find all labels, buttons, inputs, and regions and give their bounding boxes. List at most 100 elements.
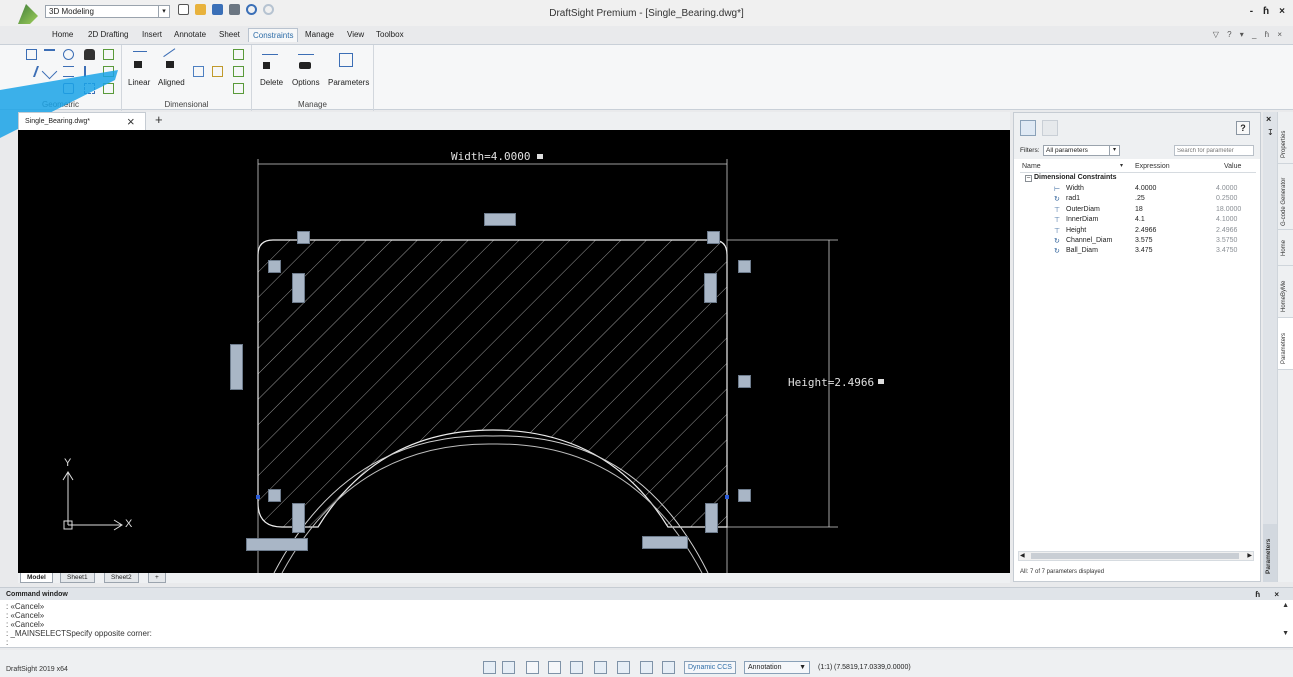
tab-view[interactable]: View [347, 30, 364, 39]
grip-left[interactable] [256, 495, 260, 499]
layout-tab-sheet2[interactable]: Sheet2 [104, 573, 139, 583]
annotation-scale[interactable]: (1:1) [818, 664, 832, 671]
parameter-expression[interactable]: 3.575 [1135, 237, 1153, 244]
parameter-expression[interactable]: 4.1 [1135, 216, 1145, 223]
constraint-badge[interactable] [738, 489, 751, 502]
tab-2d-drafting[interactable]: 2D Drafting [88, 30, 128, 39]
constraint-badge[interactable] [705, 503, 718, 533]
constraint-badge[interactable] [230, 344, 243, 390]
parameter-row-width[interactable]: ⊢ Width 4.0000 4.0000 [1020, 184, 1256, 194]
lineweight-icon[interactable] [617, 661, 630, 674]
column-name[interactable]: Name [1022, 163, 1041, 170]
parameter-row-rad1[interactable]: ↻ rad1 .25 0.2500 [1020, 194, 1256, 204]
layout-tab-sheet1[interactable]: Sheet1 [60, 573, 95, 583]
scroll-left-icon[interactable]: ◀ [1020, 552, 1025, 559]
tab-sheet[interactable]: Sheet [219, 30, 240, 39]
etrack-icon[interactable] [594, 661, 607, 674]
close-button[interactable]: × [1279, 6, 1285, 17]
height-dimension-label[interactable]: Height=2.4966 [788, 376, 874, 389]
constraint-badge[interactable] [707, 231, 720, 244]
minimize-button[interactable]: - [1250, 6, 1253, 17]
constraint-badge[interactable] [292, 503, 305, 533]
parameter-row-height[interactable]: ⊤ Height 2.4966 2.4966 [1020, 226, 1256, 236]
collapse-icon[interactable]: – [1025, 175, 1032, 182]
concentric-constraint-icon[interactable] [63, 49, 74, 60]
parameter-expression[interactable]: 18 [1135, 206, 1143, 213]
palette-pin-icon[interactable]: ↧ [1267, 128, 1274, 137]
parameter-expression[interactable]: 2.4966 [1135, 227, 1156, 234]
parameter-expression[interactable]: 3.475 [1135, 247, 1153, 254]
diameter-dimension-icon[interactable] [212, 66, 223, 77]
command-prompt[interactable]: : [6, 638, 8, 647]
command-scrollbar[interactable]: ▲ ▼ [1282, 602, 1289, 637]
annotation-dropdown[interactable]: Annotation ▼ [744, 661, 810, 674]
model-sheet-icon[interactable] [662, 661, 675, 674]
snap-icon[interactable] [483, 661, 496, 674]
parameters-button[interactable]: Parameters [328, 78, 369, 87]
parameter-row-ball-diam[interactable]: ↻ Ball_Diam 3.475 3.4750 [1020, 246, 1256, 256]
grid-icon[interactable] [526, 661, 539, 674]
ribbon-right-controls[interactable]: ▽ ? ▾ _ ɦ × [1213, 30, 1285, 39]
horizontal-scrollbar[interactable]: ◀ ▶ [1018, 551, 1254, 561]
side-tab-gcode[interactable]: G-code Generator [1278, 164, 1293, 230]
new-tab-icon[interactable]: + [155, 112, 163, 127]
parameters-vertical-tab[interactable]: Parameters [1263, 524, 1277, 582]
constraint-badge[interactable] [268, 489, 281, 502]
close-tab-icon[interactable]: × [127, 114, 135, 129]
side-tab-homebyme[interactable]: HomeByMe [1278, 266, 1293, 318]
scroll-right-icon[interactable]: ▶ [1247, 552, 1252, 559]
polar-icon[interactable] [570, 661, 583, 674]
tab-home[interactable]: Home [52, 30, 73, 39]
constraint-badge[interactable] [642, 536, 688, 549]
chevron-down-icon[interactable]: ▾ [1109, 146, 1119, 155]
constraint-badge[interactable] [297, 231, 310, 244]
parameter-row-channel-diam[interactable]: ↻ Channel_Diam 3.575 3.5750 [1020, 236, 1256, 246]
tab-constraints[interactable]: Constraints [248, 28, 299, 42]
new-parameter-icon[interactable] [1020, 120, 1036, 136]
delete-parameter-icon[interactable] [1042, 120, 1058, 136]
filters-dropdown[interactable]: All parameters ▾ [1043, 145, 1120, 156]
parameter-search-input[interactable] [1174, 145, 1254, 156]
constraint-badge[interactable] [292, 273, 305, 303]
side-tab-home[interactable]: Home [1278, 230, 1293, 266]
layout-tab-add[interactable]: + [148, 573, 166, 583]
show-dimensional-icon[interactable] [233, 49, 244, 60]
restore-button[interactable]: ɦ [1263, 6, 1269, 17]
command-window-controls[interactable]: ɦ × [1255, 590, 1285, 599]
delete-button[interactable]: Delete [260, 78, 283, 87]
palette-close-icon[interactable]: × [1266, 114, 1271, 124]
convert-dimensional-icon[interactable] [233, 83, 244, 94]
show-constraints-icon[interactable] [103, 49, 114, 60]
width-dimension-label[interactable]: Width=4.0000 [451, 150, 530, 163]
constraint-badge[interactable] [268, 260, 281, 273]
constraint-badge[interactable] [738, 375, 751, 388]
tab-toolbox[interactable]: Toolbox [376, 30, 404, 39]
drawing-canvas[interactable]: Width=4.0000 Height=2.4966 Y X [18, 130, 1010, 573]
layout-tab-model[interactable]: Model [20, 573, 53, 583]
lock-constraint-icon[interactable] [84, 49, 95, 60]
help-button[interactable]: ? [1236, 121, 1250, 135]
dynamic-ccs-toggle[interactable]: Dynamic CCS [684, 661, 736, 674]
chevron-down-icon[interactable]: ▼ [799, 662, 806, 673]
constraint-badge[interactable] [738, 260, 751, 273]
column-value[interactable]: Value [1224, 163, 1241, 170]
ortho-icon[interactable] [548, 661, 561, 674]
linear-button[interactable]: Linear [128, 78, 150, 87]
parameter-group-row[interactable]: – Dimensional Constraints [1020, 174, 1256, 184]
hide-dimensional-icon[interactable] [233, 66, 244, 77]
constraint-badge[interactable] [704, 273, 717, 303]
column-expression[interactable]: Expression [1135, 163, 1170, 170]
tab-insert[interactable]: Insert [142, 30, 162, 39]
sort-chevron-icon[interactable]: ▾ [1120, 162, 1123, 169]
tab-annotate[interactable]: Annotate [174, 30, 206, 39]
radius-dimension-icon[interactable] [193, 66, 204, 77]
scrollbar-thumb[interactable] [1031, 553, 1239, 559]
aligned-button[interactable]: Aligned [158, 78, 185, 87]
command-history[interactable]: : «Cancel» : «Cancel» : «Cancel» : _MAIN… [0, 600, 1293, 648]
parameter-row-innerdiam[interactable]: ⊤ InnerDiam 4.1 4.1000 [1020, 215, 1256, 225]
parameter-expression[interactable]: .25 [1135, 195, 1145, 202]
parameters-manager-icon[interactable] [339, 53, 353, 67]
esnap-icon[interactable] [502, 661, 515, 674]
constraint-badge[interactable] [246, 538, 308, 551]
grip-right[interactable] [725, 495, 729, 499]
